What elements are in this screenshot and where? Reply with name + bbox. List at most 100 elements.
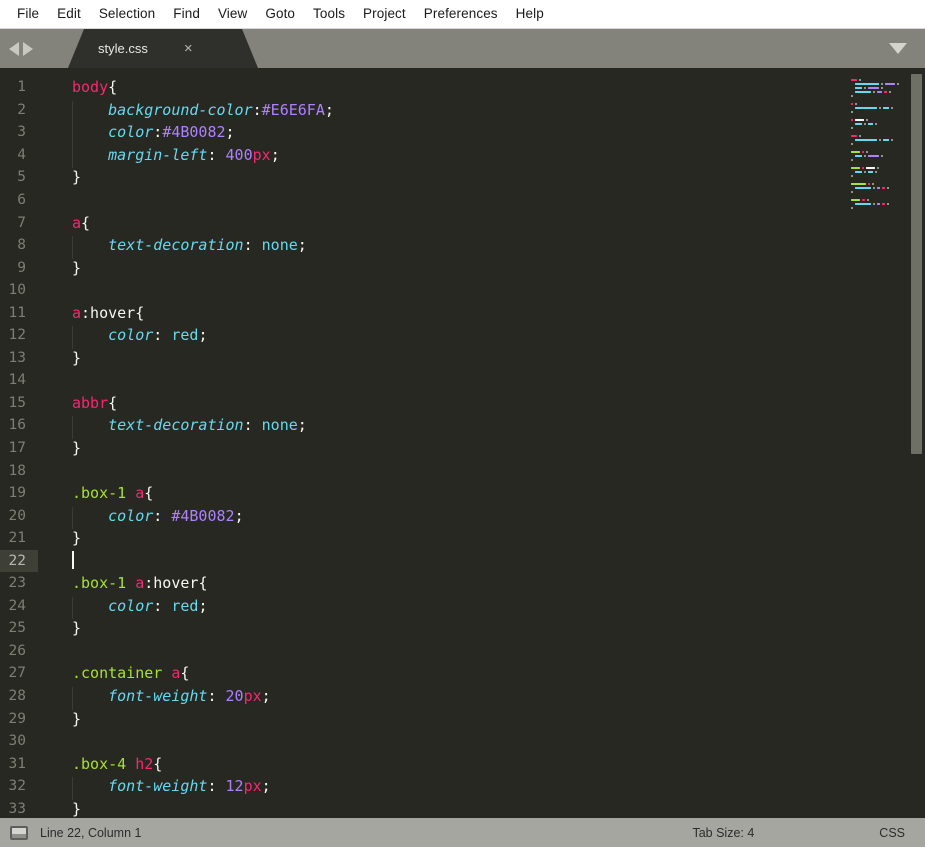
code-token: #E6E6FA — [261, 100, 325, 119]
menu-item-view[interactable]: View — [209, 4, 256, 24]
tab-size-indicator[interactable]: Tab Size: 4 — [692, 826, 754, 840]
code-line[interactable]: 30 — [0, 730, 839, 753]
code-line[interactable]: 11 a:hover{ — [0, 301, 839, 324]
code-token: #4B0082 — [171, 506, 235, 525]
code-line[interactable]: 7 a{ — [0, 211, 839, 234]
code-token: : — [243, 236, 262, 255]
code-line[interactable]: 32 font-weight: 12px; — [0, 775, 839, 800]
menu-item-selection[interactable]: Selection — [90, 4, 164, 24]
code-line[interactable]: 14 — [0, 369, 839, 392]
code-line[interactable]: 19 .box-1 a{ — [0, 482, 839, 505]
code-token: : — [153, 326, 172, 345]
code-line[interactable]: 25} — [0, 617, 839, 640]
code-line[interactable]: 12 color: red; — [0, 324, 839, 349]
line-number: 29 — [0, 708, 50, 730]
minimap-token — [880, 155, 883, 157]
triangle-right-icon[interactable] — [23, 42, 33, 56]
code-line[interactable]: 24 color: red; — [0, 595, 839, 620]
code-line[interactable]: 6 — [0, 189, 839, 212]
code-line[interactable]: 26 — [0, 640, 839, 663]
code-line[interactable]: 10 — [0, 279, 839, 302]
menu-item-file[interactable]: File — [8, 4, 48, 24]
tab-style-css[interactable]: style.css × — [68, 29, 258, 68]
line-number: 31 — [0, 753, 50, 775]
code-token: : — [207, 145, 226, 164]
minimap-token — [851, 127, 853, 129]
code-line[interactable]: 22 — [0, 549, 839, 572]
menu-item-goto[interactable]: Goto — [256, 4, 304, 24]
minimap-token — [883, 139, 890, 141]
code-line[interactable]: 29} — [0, 707, 839, 730]
code-line[interactable]: 9} — [0, 256, 839, 279]
menu-item-preferences[interactable]: Preferences — [415, 4, 507, 24]
line-number: 18 — [0, 460, 50, 482]
triangle-left-icon[interactable] — [9, 42, 19, 56]
code-lines-container[interactable]: 1 body{2 background-color:#E6E6FA; 3 color… — [0, 68, 839, 818]
code-token: : — [153, 123, 163, 142]
vertical-scrollbar[interactable] — [911, 74, 922, 454]
menu-item-tools[interactable]: Tools — [304, 4, 354, 24]
code-token: none — [261, 416, 298, 435]
chevron-down-icon[interactable] — [889, 43, 907, 54]
code-line[interactable]: 3 color:#4B0082; — [0, 121, 839, 146]
line-number-value: 32 — [8, 778, 26, 795]
tab-label: style.css — [98, 41, 148, 56]
line-number: 28 — [0, 685, 50, 707]
indent-guide — [72, 777, 73, 800]
minimap-token — [851, 95, 853, 97]
code-line[interactable]: 33} — [0, 798, 839, 819]
code-text: .box-1 a{ — [50, 484, 153, 502]
line-number: 19 — [0, 482, 50, 504]
minimap-token — [887, 187, 890, 189]
code-line[interactable]: 20 color: #4B0082; — [0, 504, 839, 530]
code-text: text-decoration: none; — [50, 416, 307, 440]
line-number: 6 — [0, 189, 50, 211]
line-number: 26 — [0, 640, 50, 662]
code-line[interactable]: 18 — [0, 459, 839, 482]
line-number-value: 5 — [17, 169, 26, 186]
close-icon[interactable]: × — [184, 41, 193, 56]
code-line[interactable]: 31 .box-4 h2{ — [0, 752, 839, 775]
minimap-token — [872, 183, 874, 185]
code-line[interactable]: 1 body{ — [0, 76, 839, 99]
menu-item-find[interactable]: Find — [164, 4, 209, 24]
code-line[interactable]: 13} — [0, 347, 839, 370]
code-line[interactable]: 15 abbr{ — [0, 392, 839, 415]
code-line[interactable]: 28 font-weight: 20px; — [0, 685, 839, 710]
menu-item-help[interactable]: Help — [507, 4, 553, 24]
line-number-value: 14 — [8, 372, 26, 389]
code-line[interactable]: 17} — [0, 437, 839, 460]
line-number-value: 16 — [8, 417, 26, 434]
line-number: 13 — [0, 347, 50, 369]
line-number: 5 — [0, 166, 50, 188]
menu-item-edit[interactable]: Edit — [48, 4, 90, 24]
line-number: 14 — [0, 369, 50, 391]
minimap-token — [874, 171, 877, 173]
code-line[interactable]: 16 text-decoration: none; — [0, 414, 839, 440]
code-line[interactable]: 27 .container a{ — [0, 662, 839, 685]
minimap-token — [868, 87, 879, 89]
line-number-value: 7 — [17, 214, 26, 231]
code-line[interactable]: 8 text-decoration: none; — [0, 234, 839, 259]
code-token: a — [135, 574, 145, 593]
code-line[interactable]: 4 margin-left: 400px; — [0, 144, 839, 169]
code-line[interactable]: 2 background-color:#E6E6FA; — [0, 99, 839, 124]
code-text — [50, 551, 74, 571]
code-text: .container a{ — [50, 664, 189, 682]
line-number: 22 — [0, 549, 50, 572]
minimap-token — [854, 155, 863, 157]
code-text: } — [50, 439, 81, 457]
menu-item-project[interactable]: Project — [354, 4, 415, 24]
syntax-mode-indicator[interactable]: CSS — [879, 826, 905, 840]
code-text: font-weight: 20px; — [50, 687, 271, 710]
line-number-value: 20 — [8, 507, 26, 524]
line-number: 23 — [0, 572, 50, 594]
code-token: .container — [72, 664, 172, 683]
code-line[interactable]: 5} — [0, 166, 839, 189]
editor-area[interactable]: 1 body{2 background-color:#E6E6FA; 3 color… — [0, 68, 925, 818]
minimap-token — [866, 151, 868, 153]
code-line[interactable]: 21} — [0, 527, 839, 550]
code-token: background-color — [108, 100, 253, 119]
code-line[interactable]: 23 .box-1 a:hover{ — [0, 572, 839, 595]
